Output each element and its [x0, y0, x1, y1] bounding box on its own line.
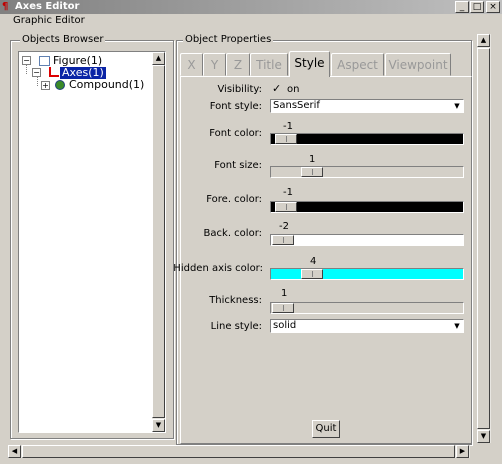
font-style-value: SansSerif [273, 100, 320, 111]
tab-x[interactable]: X [180, 53, 203, 76]
scroll-thumb[interactable] [477, 48, 490, 429]
thickness-label: Thickness: [209, 295, 262, 306]
tab-y[interactable]: Y [203, 53, 226, 76]
font-size-slider-thumb[interactable] [301, 167, 323, 177]
font-size-value: 1 [309, 154, 316, 165]
window-vertical-scrollbar[interactable]: ▲ ▼ [477, 34, 491, 443]
fore-color-value: -1 [283, 187, 293, 198]
scroll-up-icon[interactable]: ▲ [477, 34, 490, 47]
maximize-button[interactable]: □ [470, 1, 484, 13]
back-color-slider[interactable] [270, 234, 464, 246]
fore-color-slider[interactable] [270, 201, 464, 213]
font-color-value: -1 [283, 121, 293, 132]
menu-graphic-editor[interactable]: Graphic Editor [13, 15, 85, 26]
hidden-axis-color-label: Hidden axis color: [173, 263, 263, 274]
thickness-slider-thumb[interactable] [272, 303, 294, 313]
chevron-down-icon[interactable]: ▼ [451, 100, 463, 112]
objects-browser-title: Objects Browser [20, 34, 106, 45]
tree-node-compound[interactable]: Compound(1) [69, 79, 144, 91]
tree-vertical-scrollbar[interactable]: ▲ ▼ [152, 52, 165, 432]
scroll-left-icon[interactable]: ◀ [8, 445, 21, 458]
tab-z[interactable]: Z [226, 53, 250, 76]
tab-aspect[interactable]: Aspect [331, 53, 384, 76]
line-style-value: solid [273, 320, 297, 331]
visibility-checkbox[interactable]: ✓ [272, 83, 282, 94]
scroll-thumb[interactable] [22, 445, 455, 458]
font-color-label: Font color: [209, 128, 262, 139]
fore-color-slider-thumb[interactable] [275, 202, 297, 212]
window-horizontal-scrollbar[interactable]: ◀ ▶ [8, 445, 470, 458]
font-size-label: Font size: [214, 160, 262, 171]
app-icon: ¶ [2, 1, 9, 12]
chevron-down-icon[interactable]: ▼ [451, 320, 463, 332]
expand-axes-icon[interactable]: − [32, 68, 41, 77]
font-style-select[interactable]: SansSerif ▼ [270, 99, 464, 113]
close-button[interactable]: × [486, 1, 500, 13]
back-color-slider-thumb[interactable] [272, 235, 294, 245]
scroll-down-icon[interactable]: ▼ [477, 430, 490, 443]
visibility-label: Visibility: [217, 84, 262, 95]
object-tree[interactable]: − Figure(1) − Axes(1) + Compound(1) ▲ ▼ [18, 51, 166, 433]
thickness-slider[interactable] [270, 302, 464, 314]
hidden-axis-color-value: 4 [310, 256, 317, 267]
expand-figure-icon[interactable]: − [22, 56, 31, 65]
hidden-axis-color-slider-thumb[interactable] [301, 269, 323, 279]
tab-title[interactable]: Title [250, 53, 288, 76]
back-color-label: Back. color: [203, 228, 262, 239]
thickness-value: 1 [281, 288, 288, 299]
scroll-thumb[interactable] [152, 65, 165, 418]
font-color-slider[interactable] [270, 133, 464, 145]
font-color-slider-thumb[interactable] [275, 134, 297, 144]
font-size-slider[interactable] [270, 166, 464, 178]
font-style-label: Font style: [209, 101, 262, 112]
quit-button[interactable]: Quit [312, 420, 340, 438]
compound-icon [55, 80, 65, 90]
minimize-button[interactable]: _ [455, 1, 469, 13]
line-style-select[interactable]: solid ▼ [270, 319, 464, 333]
scroll-down-icon[interactable]: ▼ [152, 419, 165, 432]
tab-style[interactable]: Style [289, 51, 330, 77]
expand-compound-icon[interactable]: + [41, 81, 50, 90]
visibility-value: on [287, 84, 300, 95]
line-style-label: Line style: [210, 321, 262, 332]
back-color-value: -2 [279, 221, 289, 232]
axes-icon [49, 67, 59, 77]
tab-viewpoint[interactable]: Viewpoint [385, 53, 451, 76]
object-properties-title: Object Properties [183, 34, 274, 45]
fore-color-label: Fore. color: [206, 194, 262, 205]
hidden-axis-color-slider[interactable] [270, 268, 464, 280]
scroll-right-icon[interactable]: ▶ [456, 445, 469, 458]
figure-icon [39, 56, 50, 66]
window-title: Axes Editor [15, 1, 80, 12]
scroll-up-icon[interactable]: ▲ [152, 52, 165, 65]
